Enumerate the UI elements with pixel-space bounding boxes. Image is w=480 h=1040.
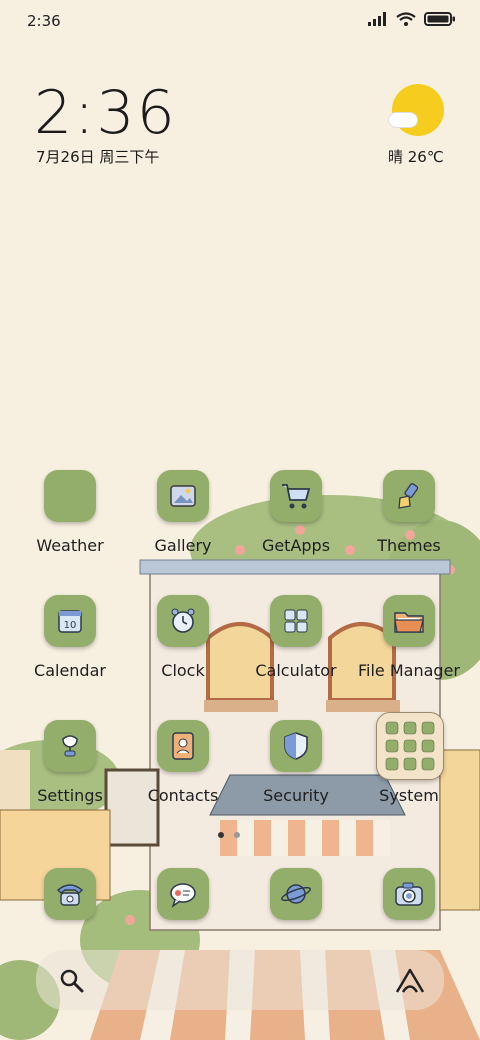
weather-widget-text: 晴 26℃	[388, 148, 444, 166]
app-label: Clock	[161, 661, 205, 680]
app-file-manager[interactable]: File Manager	[354, 595, 464, 695]
calculator-icon	[270, 595, 322, 647]
app-weather[interactable]: Weather	[15, 470, 125, 570]
dock-browser[interactable]	[241, 868, 351, 968]
weather-app-icon	[44, 470, 96, 522]
folder-grid-icon	[376, 712, 444, 780]
app-contacts[interactable]: Contacts	[128, 720, 238, 820]
camera-icon	[383, 868, 435, 920]
app-label: File Manager	[358, 661, 460, 680]
app-label: Settings	[37, 786, 103, 805]
dock-camera[interactable]	[354, 868, 464, 968]
shield-icon	[270, 720, 322, 772]
app-label: System	[379, 786, 439, 805]
assistant-icon[interactable]	[394, 967, 426, 999]
app-clock[interactable]: Clock	[128, 595, 238, 695]
flower-settings-icon	[44, 720, 96, 772]
app-getapps[interactable]: GetApps	[241, 470, 351, 570]
shopping-cart-icon	[270, 470, 322, 522]
app-calendar[interactable]: 10 Calendar	[15, 595, 125, 695]
page-dot-active	[218, 832, 224, 838]
page-dot	[234, 832, 240, 838]
app-calculator[interactable]: Calculator	[241, 595, 351, 695]
app-label: GetApps	[261, 536, 331, 555]
gallery-icon	[157, 470, 209, 522]
contacts-book-icon	[157, 720, 209, 772]
alarm-clock-icon	[157, 595, 209, 647]
page-indicator	[218, 832, 240, 838]
signal-icon	[368, 12, 386, 26]
app-label: Security	[263, 786, 329, 805]
app-label: Themes	[377, 536, 441, 555]
folder-icon	[383, 595, 435, 647]
app-label: Calculator	[255, 661, 337, 680]
app-gallery[interactable]: Gallery	[128, 470, 238, 570]
dock-phone[interactable]	[15, 868, 125, 968]
paintbrush-icon	[383, 470, 435, 522]
calendar-icon: 10	[44, 595, 96, 647]
status-time: 2:36	[27, 12, 61, 30]
battery-icon	[424, 12, 455, 26]
app-label: Contacts	[147, 786, 219, 805]
app-themes[interactable]: Themes	[354, 470, 464, 570]
clock-widget-time[interactable]: 2:36	[34, 78, 177, 148]
wifi-icon	[396, 12, 416, 26]
app-security[interactable]: Security	[241, 720, 351, 820]
clock-widget-date: 7月26日 周三下午	[36, 148, 160, 166]
phone-icon	[44, 868, 96, 920]
status-icons	[368, 12, 456, 26]
app-label: Weather	[36, 536, 104, 555]
app-label: Calendar	[34, 661, 106, 680]
app-system-folder[interactable]: System	[354, 712, 464, 820]
dock-messages[interactable]	[128, 868, 238, 968]
calendar-day: 10	[64, 620, 77, 631]
messages-icon	[157, 868, 209, 920]
search-icon[interactable]	[58, 967, 86, 999]
app-label: Gallery	[154, 536, 212, 555]
sun-icon[interactable]	[392, 84, 444, 136]
planet-browser-icon	[270, 868, 322, 920]
cloud-icon	[389, 113, 417, 127]
app-settings[interactable]: Settings	[15, 720, 125, 820]
